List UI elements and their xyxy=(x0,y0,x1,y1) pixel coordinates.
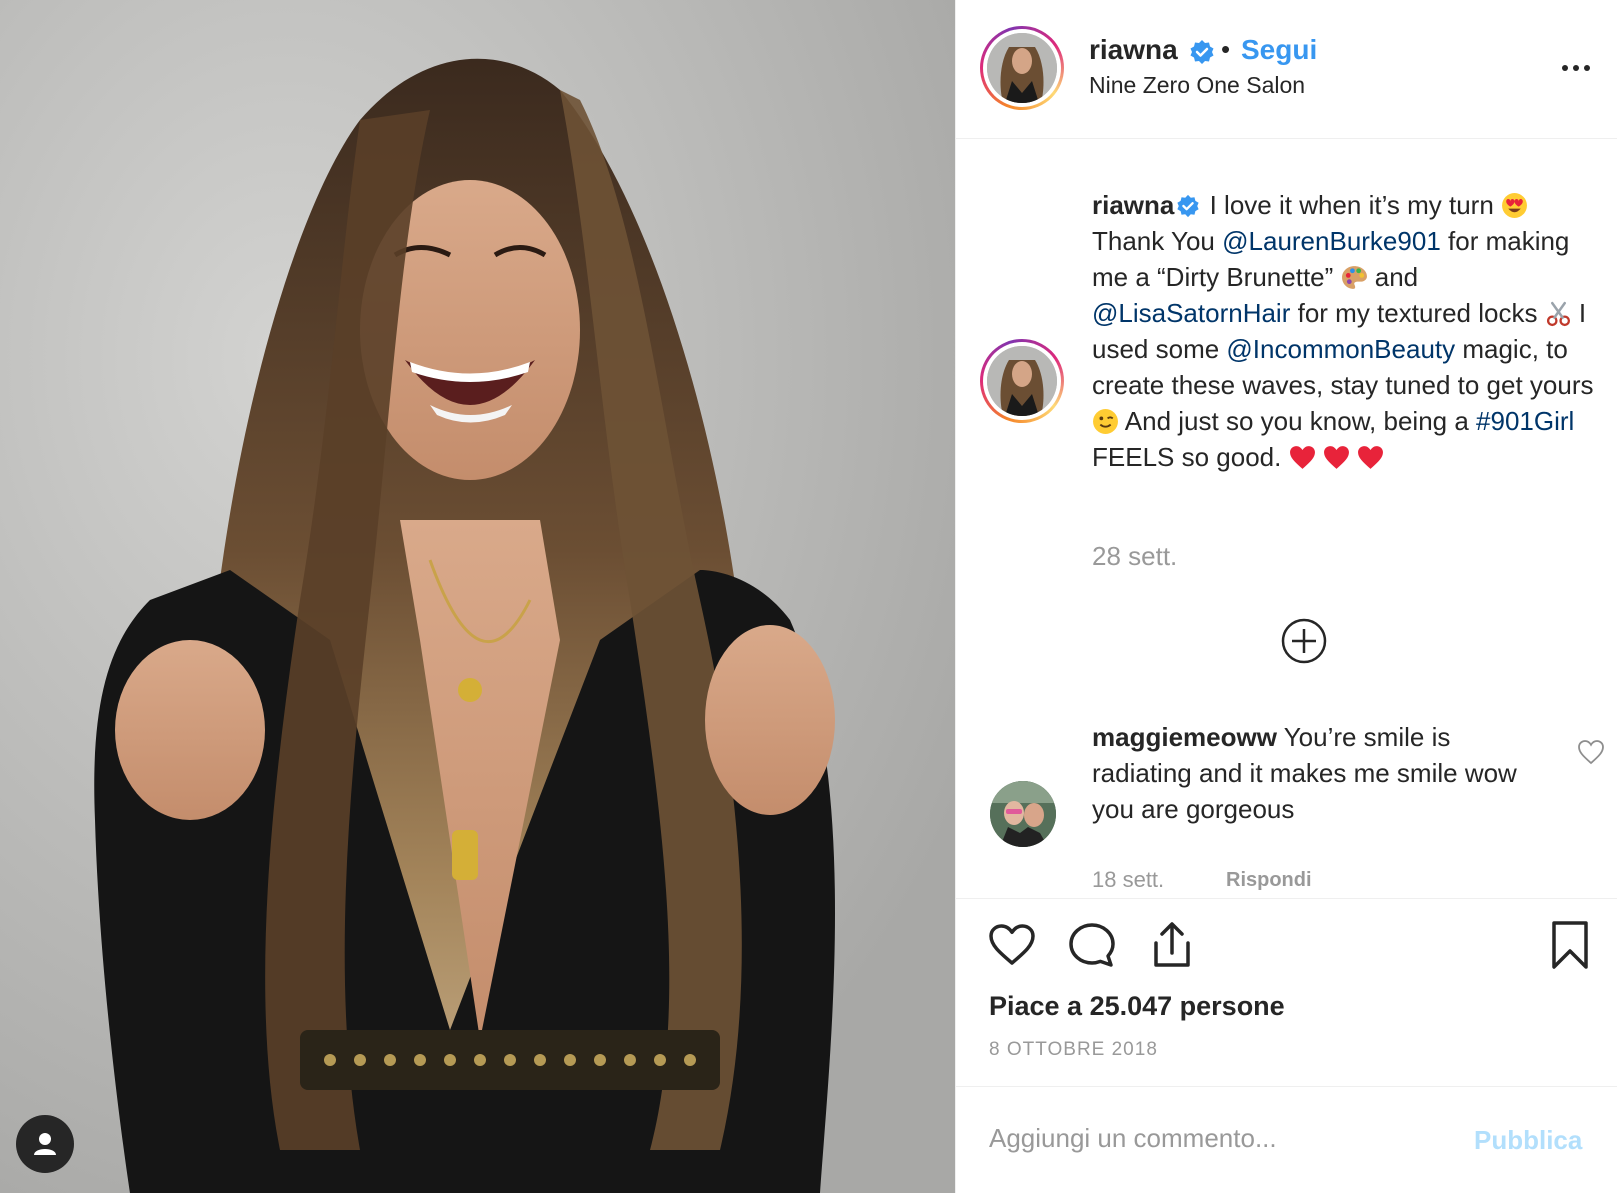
comment-input[interactable] xyxy=(989,1113,1429,1163)
header-separator: • xyxy=(1221,34,1231,64)
mention-link[interactable]: @LisaSatornHair xyxy=(1092,298,1290,328)
red-heart-emoji xyxy=(1358,446,1383,469)
caption-segment: FEELS so good. xyxy=(1092,442,1289,472)
red-heart-emoji xyxy=(1289,446,1315,469)
share-button[interactable] xyxy=(1146,919,1198,971)
caption-avatar[interactable] xyxy=(980,339,1064,423)
comment-timestamp: 18 sett. xyxy=(1092,867,1165,892)
more-horizontal-icon xyxy=(1562,65,1568,71)
likes-count[interactable]: Piace a 25.047 persone xyxy=(989,991,1285,1022)
comments-list[interactable]: riawna I love it when it’s my turn Thank… xyxy=(956,139,1617,898)
commenter-username[interactable]: maggiemeoww xyxy=(1092,722,1277,752)
reply-button[interactable]: Rispondi xyxy=(1226,869,1312,892)
post-actions: Piace a 25.047 persone 8 OTTOBRE 2018 xyxy=(956,898,1617,1088)
post-date[interactable]: 8 OTTOBRE 2018 xyxy=(989,1039,1158,1061)
owner-avatar[interactable] xyxy=(980,26,1064,110)
user-icon xyxy=(34,1133,56,1155)
mention-link[interactable]: @LaurenBurke901 xyxy=(1222,226,1441,256)
palette-emoji xyxy=(1341,266,1367,289)
heart-outline-icon[interactable] xyxy=(1576,737,1606,767)
caption-text: riawna I love it when it’s my turn Thank… xyxy=(1092,187,1597,475)
owner-avatar-image xyxy=(987,33,1057,103)
caption-segment: And just so you know, being a xyxy=(1119,406,1477,436)
post-location[interactable]: Nine Zero One Salon xyxy=(1089,72,1305,99)
caption-username[interactable]: riawna xyxy=(1092,190,1174,220)
red-heart-emoji xyxy=(1323,446,1349,469)
plus-circle-icon[interactable] xyxy=(1280,617,1328,665)
wink-emoji xyxy=(1093,409,1118,434)
caption-segment: I love it when it’s my turn xyxy=(1202,190,1502,220)
tagged-people-button[interactable] xyxy=(16,1115,74,1173)
comment-item: maggiemeoww You’re smile is radiating an… xyxy=(956,719,1617,898)
save-button[interactable] xyxy=(1544,919,1596,971)
like-button[interactable] xyxy=(986,919,1038,971)
more-options-button[interactable] xyxy=(1558,56,1594,80)
comment-button[interactable] xyxy=(1066,919,1118,971)
comment-bubble-icon xyxy=(1069,923,1115,967)
caption-timestamp: 28 sett. xyxy=(1092,541,1178,571)
hashtag-link[interactable]: #901Girl xyxy=(1476,406,1574,436)
caption-segment: Thank You xyxy=(1092,226,1223,256)
verified-badge-icon xyxy=(1190,40,1214,64)
add-comment-bar: Pubblica xyxy=(956,1086,1617,1193)
mention-link[interactable]: @IncommonBeauty xyxy=(1226,334,1455,364)
post-photo-image xyxy=(0,0,955,1193)
post-photo[interactable] xyxy=(0,0,955,1193)
commenter-avatar[interactable] xyxy=(990,781,1056,847)
owner-username[interactable]: riawna xyxy=(1089,34,1178,66)
comment-text: maggiemeoww You’re smile is radiating an… xyxy=(1092,719,1532,827)
share-upload-icon xyxy=(1154,922,1190,967)
bookmark-icon xyxy=(1552,921,1588,969)
post-header: riawna • Segui Nine Zero One Salon xyxy=(956,0,1617,139)
heart-outline-icon xyxy=(989,924,1035,965)
caption-segment: and xyxy=(1367,262,1419,292)
heart-eyes-emoji xyxy=(1502,193,1527,218)
follow-button[interactable]: Segui xyxy=(1241,34,1317,66)
scissors-emoji xyxy=(1546,301,1570,327)
post-details-panel: riawna • Segui Nine Zero One Salon riawn… xyxy=(955,0,1617,1193)
caption-segment: for my textured locks xyxy=(1290,298,1545,328)
publish-button[interactable]: Pubblica xyxy=(1474,1125,1582,1156)
verified-badge-icon xyxy=(1177,194,1199,218)
